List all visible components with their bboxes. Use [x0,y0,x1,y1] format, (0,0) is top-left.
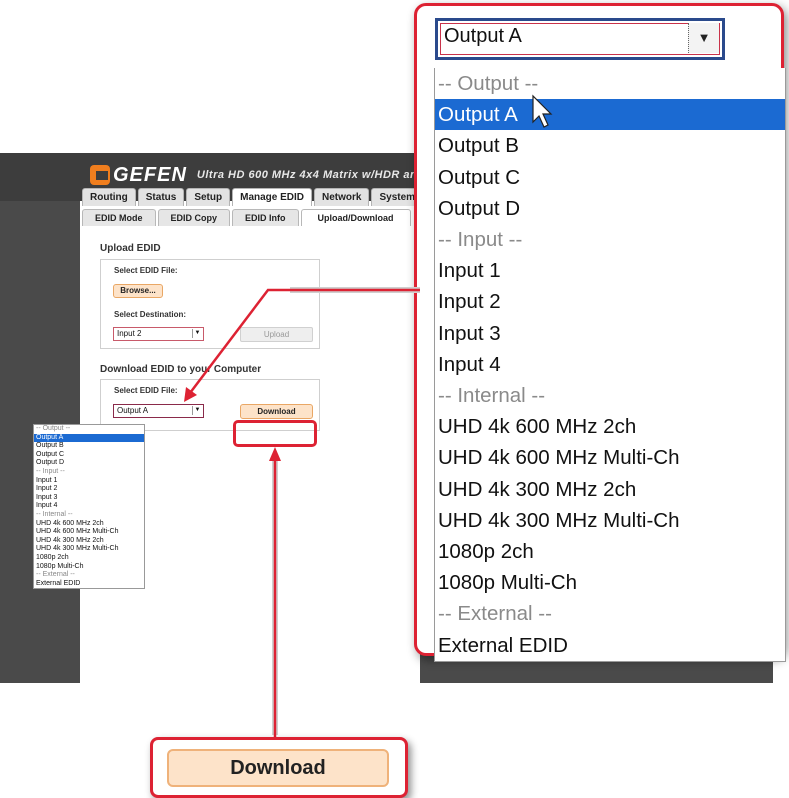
zoomed-dropdown-option[interactable]: Input 4 [435,349,785,380]
dropdown-option[interactable]: UHD 4k 600 MHz 2ch [34,520,144,529]
zoomed-dropdown-option[interactable]: Output D [435,193,785,224]
dropdown-group-header: -- Internal -- [36,510,73,518]
dropdown-option[interactable]: UHD 4k 300 MHz Multi-Ch [34,545,144,554]
dropdown-option[interactable]: Output C [34,451,144,460]
dropdown-option[interactable]: Input 2 [34,485,144,494]
tab-status[interactable]: Status [137,188,185,206]
subtab-edid-mode[interactable]: EDID Mode [82,209,156,226]
dropdown-group-header: -- Output -- [36,425,71,432]
tab-routing[interactable]: Routing [82,188,136,206]
dropdown-option[interactable]: Output A [34,433,144,443]
chevron-down-icon: ▼ [192,329,202,338]
dropdown-option[interactable]: UHD 4k 600 MHz Multi-Ch [34,528,144,537]
tab-manage-edid[interactable]: Manage EDID [232,188,313,206]
download-button-callout: Download [150,737,408,798]
zoomed-dropdown-option[interactable]: 1080p 2ch [435,536,785,567]
dropdown-option[interactable]: Output B [34,442,144,451]
dropdown-group-header: -- Input -- [36,467,65,475]
browse-button[interactable]: Browse... [113,284,163,298]
subtab-edid-copy[interactable]: EDID Copy [157,209,231,226]
brand-name: GEFEN [113,163,187,186]
download-highlight-box [233,420,317,447]
brand-logo: GEFEN Ultra HD 600 MHz 4x4 Matrix w/HDR … [90,163,436,187]
upload-section-title: Upload EDID [100,243,161,254]
dropdown-zoom-callout: Output A ▼ -- Output -- Output A Output BO… [414,3,786,662]
zoomed-dropdown-group-header: -- Internal -- [438,384,546,408]
zoomed-dropdown-option[interactable]: UHD 4k 300 MHz 2ch [435,474,785,505]
zoomed-dropdown-option[interactable]: Output A [435,99,785,131]
destination-select[interactable]: Input 2 ▼ [113,327,204,341]
zoomed-dropdown-group-header: -- External -- [438,602,552,626]
dropdown-option[interactable]: Input 1 [34,477,144,486]
dropdown-option[interactable]: Input 3 [34,494,144,503]
tab-setup[interactable]: Setup [186,188,231,206]
zoomed-dropdown-option[interactable]: UHD 4k 600 MHz Multi-Ch [435,442,785,473]
zoomed-dropdown-option[interactable]: Input 3 [435,318,785,349]
subtab-upload-download[interactable]: Upload/Download [300,209,411,226]
upload-select-file-label: Select EDID File: [114,266,178,275]
zoomed-edid-select[interactable]: Output A ▼ [435,18,725,60]
main-tabs: Routing Status Setup Manage EDID Network… [82,188,424,206]
zoomed-dropdown-list[interactable]: -- Output -- Output A Output B Output C Outp… [434,68,786,662]
chevron-down-icon: ▼ [192,406,202,415]
zoomed-dropdown-option[interactable]: 1080p Multi-Ch [435,567,785,598]
zoomed-dropdown-option[interactable]: UHD 4k 300 MHz Multi-Ch [435,505,785,536]
download-select-file-label: Select EDID File: [114,386,178,395]
download-button[interactable]: Download [240,404,313,419]
zoomed-dropdown-option[interactable]: Input 2 [435,286,785,317]
tab-network[interactable]: Network [314,188,370,206]
edid-file-dropdown-list[interactable]: -- Output -- Output A Output B Output C Outp… [33,424,145,590]
zoomed-dropdown-option[interactable]: UHD 4k 600 MHz 2ch [435,411,785,442]
zoomed-dropdown-option[interactable]: Output B [435,130,785,161]
destination-select-value: Input 2 [117,329,142,338]
zoomed-dropdown-group-header: -- Output -- [438,72,539,95]
dropdown-group-header: -- External -- [36,571,75,579]
zoomed-select-value: Output A [444,25,522,47]
dropdown-option[interactable]: UHD 4k 300 MHz 2ch [34,537,144,546]
destination-label: Select Destination: [114,310,187,319]
zoomed-dropdown-option[interactable]: Output C [435,162,785,193]
dropdown-option[interactable]: Input 4 [34,502,144,511]
product-title: Ultra HD 600 MHz 4x4 Matrix w/HDR and A [196,169,437,181]
dropdown-option[interactable]: 1080p Multi-Ch [34,563,144,572]
dropdown-option[interactable]: Output D [34,459,144,468]
dropdown-option[interactable]: External EDID [34,580,144,589]
zoomed-dropdown-option[interactable]: Input 1 [435,255,785,286]
chevron-down-icon: ▼ [688,23,719,53]
gefen-logo-icon [90,165,110,185]
download-section-title: Download EDID to your Computer [100,364,262,375]
edid-subtabs: EDID Mode EDID Copy EDID Info Upload/Dow… [82,209,411,226]
subtab-edid-info[interactable]: EDID Info [232,209,299,226]
edid-file-select-value: Output A [117,406,149,415]
zoomed-dropdown-option[interactable]: External EDID [435,630,785,661]
edid-file-select[interactable]: Output A ▼ [113,404,204,418]
zoomed-dropdown-group-header: -- Input -- [438,228,523,252]
zoomed-download-button[interactable]: Download [167,749,389,787]
upload-button[interactable]: Upload [240,327,313,342]
dropdown-option[interactable]: 1080p 2ch [34,554,144,563]
